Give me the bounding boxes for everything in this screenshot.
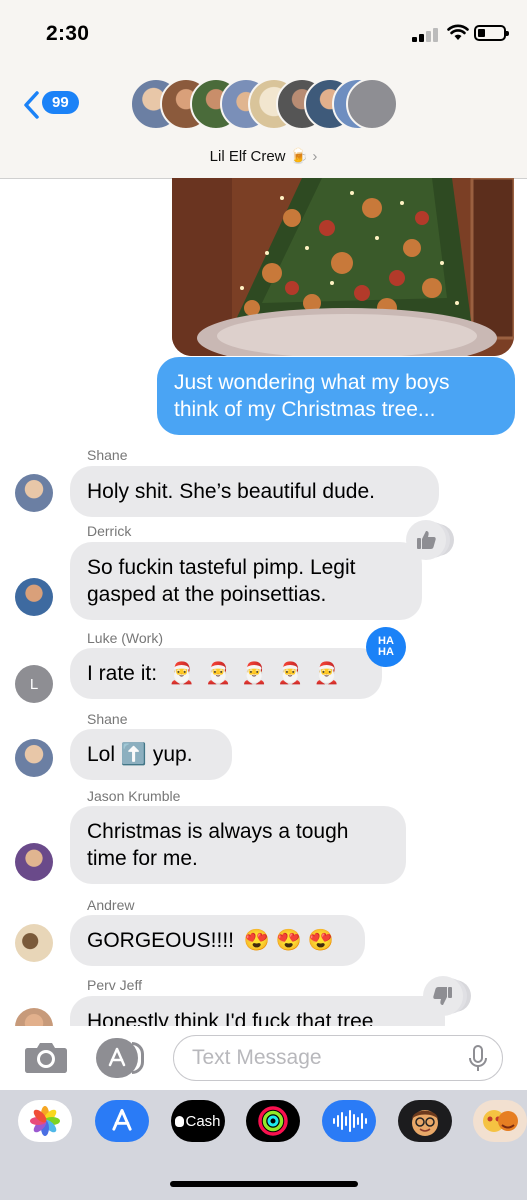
status-time: 2:30 [46, 22, 90, 45]
message-text: I rate it: [87, 662, 158, 685]
sender-name: Derrick [87, 523, 132, 539]
activity-app-icon[interactable] [246, 1100, 300, 1142]
sender-name: Shane [87, 447, 128, 463]
group-name[interactable]: Lil Elf Crew 🍺 › [0, 147, 527, 165]
incoming-message[interactable]: GORGEOUS!!!! 😍 😍 😍 [70, 915, 365, 966]
avatar-initial[interactable]: L [15, 665, 53, 703]
photos-flower-icon [30, 1106, 60, 1136]
a-glyph-icon [108, 1047, 126, 1067]
avatar[interactable] [15, 924, 53, 962]
tapback-thumbs-down[interactable] [423, 976, 463, 1016]
camera-icon[interactable] [24, 1040, 68, 1074]
waveform-icon [333, 1110, 367, 1132]
up-arrow-emoji: ⬆️ [120, 743, 148, 766]
photos-app-icon[interactable] [18, 1100, 72, 1142]
incoming-message[interactable]: I rate it: 🎅 🎅 🎅 🎅 🎅 [70, 648, 382, 699]
santa-emoji: 🎅 [241, 662, 268, 685]
battery-icon [474, 25, 509, 41]
apple-cash-app-icon[interactable]: Cash [171, 1100, 225, 1142]
chevron-right-icon: › [312, 148, 318, 165]
sender-name: Shane [87, 711, 128, 727]
sender-name: Jason Krumble [87, 788, 181, 804]
tapback-thumbs-up[interactable] [406, 520, 446, 560]
tapback-haha[interactable]: HA HA [366, 627, 406, 667]
heart-eyes-emoji: 😍 [243, 929, 271, 952]
cash-label: Cash [185, 1112, 221, 1130]
avatar[interactable] [15, 843, 53, 881]
app-store-app-icon[interactable] [95, 1100, 149, 1142]
message-text: yup. [152, 743, 193, 766]
memoji-face-icon [412, 1110, 438, 1136]
message-input[interactable]: Text Message [173, 1035, 503, 1081]
heart-eyes-emoji: 😍 [275, 929, 303, 952]
outgoing-message[interactable]: Just wondering what my boys think of my … [157, 357, 515, 435]
haha-icon: HA HA [378, 635, 394, 658]
sender-name: Luke (Work) [87, 630, 163, 646]
audio-message-app-icon[interactable] [322, 1100, 376, 1142]
sender-name: Andrew [87, 897, 135, 913]
avatar[interactable] [15, 739, 53, 777]
message-text: GORGEOUS!!!! [87, 929, 235, 952]
cellular-signal-icon [412, 28, 440, 42]
back-chevron-icon[interactable] [22, 90, 40, 120]
christmas-tree-photo[interactable] [172, 178, 514, 356]
santa-emoji: 🎅 [313, 662, 340, 685]
activity-rings-icon [258, 1106, 288, 1136]
tree-image [172, 178, 514, 356]
group-name-label: Lil Elf Crew 🍺 [209, 148, 309, 165]
animoji-app-icon[interactable] [473, 1100, 527, 1142]
incoming-message[interactable]: So fuckin tasteful pimp. Legit gasped at… [70, 542, 422, 620]
incoming-message[interactable]: Christmas is always a tough time for me. [70, 806, 406, 884]
heart-eyes-emoji: 😍 [307, 929, 335, 952]
unread-count-badge[interactable]: 99 [42, 91, 79, 114]
sticker-faces-icon [483, 1110, 518, 1132]
microphone-icon[interactable] [468, 1045, 488, 1073]
santa-emoji: 🎅 [168, 662, 196, 685]
a-glyph-icon [112, 1109, 132, 1131]
avatar[interactable] [15, 578, 53, 616]
thumbs-down-icon [433, 987, 452, 1005]
santa-emoji: 🎅 [205, 662, 232, 685]
app-store-icon[interactable] [96, 1038, 148, 1078]
wifi-icon [447, 24, 469, 40]
group-avatars[interactable] [130, 78, 400, 134]
sender-name: Perv Jeff [87, 977, 142, 993]
home-indicator[interactable] [170, 1181, 358, 1187]
avatar [346, 78, 398, 130]
avatar[interactable] [15, 474, 53, 512]
santa-emoji: 🎅 [277, 662, 304, 685]
incoming-message[interactable]: Holy shit. She’s beautiful dude. [70, 466, 439, 517]
memoji-app-icon[interactable] [398, 1100, 452, 1142]
apple-logo-icon [175, 1115, 185, 1127]
incoming-message[interactable]: Lol ⬆️ yup. [70, 729, 232, 780]
message-text: Lol [87, 743, 116, 766]
thumbs-up-icon [417, 531, 436, 549]
